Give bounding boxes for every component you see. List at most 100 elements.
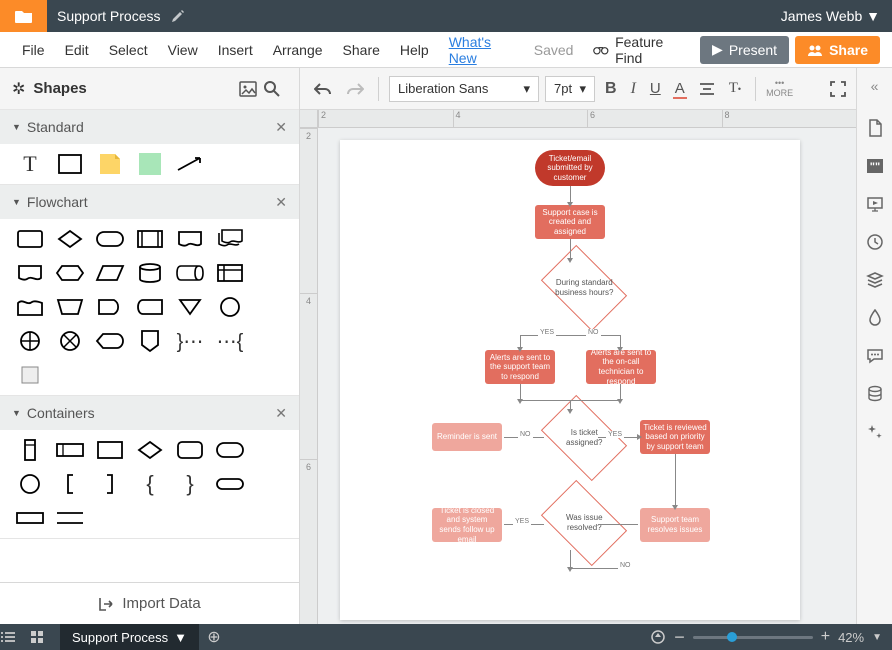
fc-paper[interactable] [14,295,46,319]
menu-whats-new[interactable]: What's New [439,34,524,66]
shape-note[interactable] [94,152,126,176]
cn-bracket-r[interactable] [94,472,126,496]
page-tab[interactable]: Support Process ▼ [60,624,199,650]
font-dropdown[interactable]: Liberation Sans▾ [389,76,539,102]
zoom-in-button[interactable]: + [821,628,830,646]
node-business-hours[interactable]: During standard business hours? [541,245,627,331]
collapse-icon[interactable]: « [865,76,885,96]
layers-icon[interactable] [865,270,885,290]
menu-insert[interactable]: Insert [208,42,263,58]
fc-data[interactable] [94,261,126,285]
fc-or[interactable] [14,329,46,353]
size-dropdown[interactable]: 7pt▾ [545,76,595,102]
fc-document2[interactable] [14,261,46,285]
bold-button[interactable]: B [601,80,621,98]
node-create-case[interactable]: Support case is created and assigned [535,205,605,239]
data-icon[interactable] [865,384,885,404]
section-containers[interactable]: ▼Containers✕ [0,396,299,430]
add-page-button[interactable]: ⊕ [199,627,229,647]
underline-button[interactable]: U [646,80,665,97]
gear-icon[interactable]: ✲ [12,79,25,99]
close-icon[interactable]: ✕ [275,194,287,211]
align-button[interactable] [695,82,719,96]
node-resolved[interactable]: Was issue resolved? [541,480,627,566]
present-button[interactable]: ▶ Present [700,36,789,64]
document-icon[interactable] [865,118,885,138]
node-alert-team[interactable]: Alerts are sent to the support team to r… [485,350,555,384]
fc-directdata[interactable] [174,261,206,285]
shape-rect[interactable] [54,152,86,176]
menu-select[interactable]: Select [99,42,158,58]
fc-note[interactable] [14,363,46,387]
share-button[interactable]: Share [795,36,880,64]
grid-view-icon[interactable] [30,630,60,644]
italic-button[interactable]: I [627,80,640,98]
cn-brace-r[interactable]: } [174,472,206,496]
close-icon[interactable]: ✕ [275,405,287,422]
page[interactable]: Ticket/email submitted by customer Suppo… [340,140,800,620]
zoom-out-button[interactable]: − [674,627,685,648]
menu-file[interactable]: File [12,42,55,58]
fc-decision[interactable] [54,227,86,251]
folder-icon[interactable] [0,0,47,32]
fc-manual[interactable] [54,295,86,319]
menu-arrange[interactable]: Arrange [263,42,333,58]
fc-preparation[interactable] [54,261,86,285]
cn-circle[interactable] [14,472,46,496]
cn-pill[interactable] [214,438,246,462]
pencil-icon[interactable] [171,10,184,23]
undo-button[interactable] [310,82,336,96]
sparkle-icon[interactable] [865,422,885,442]
drop-icon[interactable] [865,308,885,328]
cn-diamond[interactable] [134,438,166,462]
quote-icon[interactable]: "" [865,156,885,176]
fc-display[interactable] [94,329,126,353]
cn-rect2[interactable] [14,506,46,530]
fc-delay[interactable] [94,295,126,319]
close-icon[interactable]: ✕ [275,119,287,136]
clock-icon[interactable] [865,232,885,252]
search-icon[interactable] [263,80,287,98]
fc-terminator[interactable] [94,227,126,251]
zoom-mode-icon[interactable] [650,629,666,645]
node-reminder[interactable]: Reminder is sent [432,423,502,451]
fc-document1[interactable] [174,227,206,251]
fc-brace-r[interactable]: }⋯ [174,329,206,353]
cn-round[interactable] [174,438,206,462]
cn-hrect[interactable] [54,438,86,462]
user-menu[interactable]: James Webb ▼ [769,8,892,24]
text-color-button[interactable]: A [671,80,689,97]
comment-icon[interactable] [865,346,885,366]
zoom-slider[interactable] [693,636,813,639]
node-ticket-assigned[interactable]: Is ticket assigned? [541,395,627,481]
text-formatting-button[interactable]: T• [725,80,745,97]
fc-internal[interactable] [214,261,246,285]
image-icon[interactable] [239,81,263,97]
fc-predefined[interactable] [134,227,166,251]
fc-brace-l[interactable]: ⋯{ [214,329,246,353]
zoom-level[interactable]: 42% [838,630,864,645]
node-alert-oncall[interactable]: Alerts are sent to the on-call technicia… [586,350,656,384]
fc-sum[interactable] [54,329,86,353]
node-resolve-issues[interactable]: Support team resolves issues [640,508,710,542]
node-closed[interactable]: Ticket is closed and system sends follow… [432,508,502,542]
canvas[interactable]: 2468 246 Ticket/email submitted by custo… [300,110,856,624]
cn-vrect[interactable] [14,438,46,462]
section-standard[interactable]: ▼Standard✕ [0,110,299,144]
section-flowchart[interactable]: ▼Flowchart✕ [0,185,299,219]
menu-view[interactable]: View [158,42,208,58]
menu-help[interactable]: Help [390,42,439,58]
fc-multidoc[interactable] [214,227,246,251]
feature-find[interactable]: Feature Find [583,34,694,66]
node-review[interactable]: Ticket is reviewed based on priority by … [640,420,710,454]
fc-offpage[interactable] [134,329,166,353]
cn-open[interactable] [54,506,86,530]
menu-edit[interactable]: Edit [55,42,99,58]
shape-arrow[interactable] [174,152,206,176]
fc-connector[interactable] [214,295,246,319]
fc-process[interactable] [14,227,46,251]
cn-pill2[interactable] [214,472,246,496]
fc-database[interactable] [134,261,166,285]
cn-rect[interactable] [94,438,126,462]
present-icon[interactable] [865,194,885,214]
